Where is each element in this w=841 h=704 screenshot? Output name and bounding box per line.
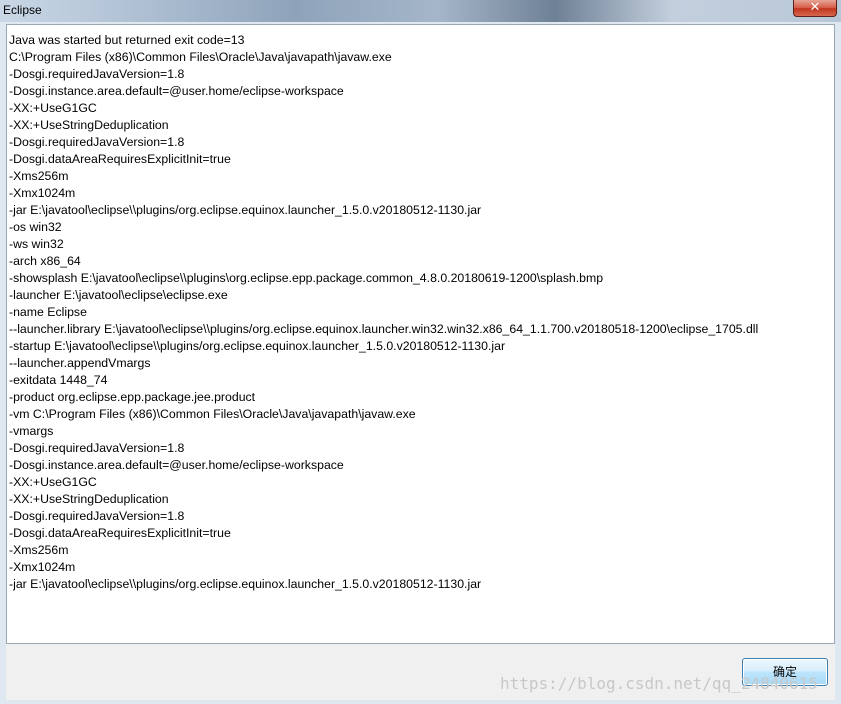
message-line: -Dosgi.dataAreaRequiresExplicitInit=true: [9, 526, 231, 540]
message-line: -product org.eclipse.epp.package.jee.pro…: [9, 390, 256, 404]
message-line: -Dosgi.requiredJavaVersion=1.8: [9, 441, 185, 455]
message-line: -Dosgi.requiredJavaVersion=1.8: [9, 135, 185, 149]
message-line: -XX:+UseG1GC: [9, 475, 97, 489]
message-line: -Dosgi.instance.area.default=@user.home/…: [9, 84, 344, 98]
message-line: -XX:+UseStringDeduplication: [9, 118, 169, 132]
message-line: -jar E:\javatool\eclipse\\plugins/org.ec…: [9, 577, 482, 591]
error-message: Java was started but returned exit code=…: [9, 32, 758, 593]
message-line: -os win32: [9, 220, 62, 234]
message-line: Java was started but returned exit code=…: [9, 33, 245, 47]
message-line: -Xms256m: [9, 169, 69, 183]
message-line: -vm C:\Program Files (x86)\Common Files\…: [9, 407, 416, 421]
message-line: -Dosgi.requiredJavaVersion=1.8: [9, 509, 185, 523]
close-button[interactable]: ✕: [793, 0, 837, 17]
message-line: -Dosgi.instance.area.default=@user.home/…: [9, 458, 344, 472]
message-line: -name Eclipse: [9, 305, 87, 319]
message-line: -Xmx1024m: [9, 186, 76, 200]
close-icon: ✕: [809, 0, 821, 15]
message-line: -showsplash E:\javatool\eclipse\\plugins…: [9, 271, 604, 285]
eclipse-error-dialog: Eclipse ✕ Java was started but returned …: [0, 0, 841, 704]
message-line: -jar E:\javatool\eclipse\\plugins/org.ec…: [9, 203, 482, 217]
message-line: --launcher.appendVmargs: [9, 356, 151, 370]
message-line: -arch x86_64: [9, 254, 81, 268]
title-bar[interactable]: Eclipse ✕: [0, 0, 841, 22]
message-line: -Dosgi.dataAreaRequiresExplicitInit=true: [9, 152, 231, 166]
message-line: -Xmx1024m: [9, 560, 76, 574]
message-line: -launcher E:\javatool\eclipse\eclipse.ex…: [9, 288, 228, 302]
message-line: -exitdata 1448_74: [9, 373, 108, 387]
message-line: -XX:+UseG1GC: [9, 101, 97, 115]
message-line: -Dosgi.requiredJavaVersion=1.8: [9, 67, 185, 81]
message-line: -XX:+UseStringDeduplication: [9, 492, 169, 506]
message-line: -Xms256m: [9, 543, 69, 557]
message-line: -startup E:\javatool\eclipse\\plugins/or…: [9, 339, 506, 353]
message-line: C:\Program Files (x86)\Common Files\Orac…: [9, 50, 392, 64]
message-line: -ws win32: [9, 237, 64, 251]
message-line: --launcher.library E:\javatool\eclipse\\…: [9, 322, 759, 336]
message-line: -vmargs: [9, 424, 54, 438]
window-title: Eclipse: [3, 3, 42, 17]
watermark: https://blog.csdn.net/qq_24840615: [500, 674, 818, 693]
